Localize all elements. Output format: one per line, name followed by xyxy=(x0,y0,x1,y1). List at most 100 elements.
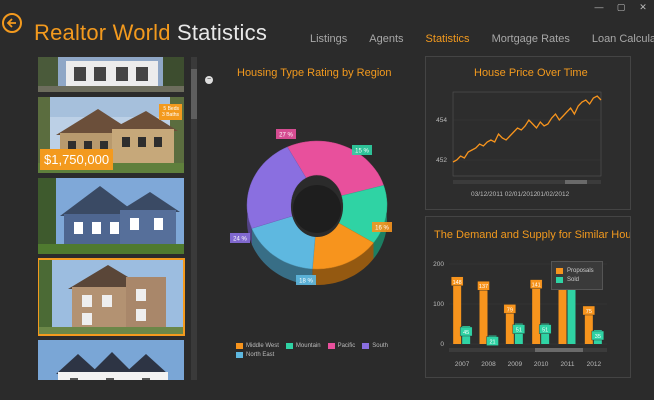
bar-legend: Proposals Sold xyxy=(551,261,603,290)
listing-thumbnail-selected[interactable] xyxy=(38,258,185,336)
nav-agents[interactable]: Agents xyxy=(369,33,403,45)
legend-swatch xyxy=(236,343,243,349)
bar-x-tick-label: 2007 xyxy=(455,361,470,368)
legend-label: Sold xyxy=(567,277,580,283)
bar-data-label: 75 xyxy=(586,309,592,315)
pie-legend-item: Mountain xyxy=(285,343,321,349)
bar-x-tick-label: 2009 xyxy=(508,361,523,368)
pie-label-text: 15 % xyxy=(355,149,369,155)
legend-label: Pacific xyxy=(337,343,356,349)
line-scroll-thumb xyxy=(565,180,587,184)
bar-x-tick-label: 2010 xyxy=(534,361,549,368)
pie-data-label: 15 % xyxy=(352,145,372,155)
listing-thumbnail-featured[interactable]: 5 Beds 3 Baths $1,750,000 xyxy=(38,97,184,173)
legend-label: Mountain xyxy=(295,343,321,349)
pie-data-label: 27 % xyxy=(276,129,296,139)
nav-listings[interactable]: Listings xyxy=(310,33,347,45)
window-controls: — ▢ ✕ xyxy=(592,2,650,13)
bar-proposals xyxy=(505,312,514,344)
bar-y-tick-label: 200 xyxy=(433,261,444,268)
bar-scroll-track xyxy=(449,348,607,352)
house-photo xyxy=(38,57,184,92)
line-x-tick-label: 03/12/2011 xyxy=(471,191,503,198)
line-series xyxy=(452,95,602,163)
legend-label: Proposals xyxy=(567,268,594,274)
pie-legend: Middle West Mountain Pacific South North Eas… xyxy=(236,343,406,361)
bar-data-label: 148 xyxy=(453,280,462,286)
beds-baths-badge: 5 Beds 3 Baths xyxy=(159,104,182,120)
line-y-tick-label: 452 xyxy=(436,157,447,164)
bar-chart-title: The Demand and Supply for Similar Hou xyxy=(434,229,631,241)
line-chart: 452 454 03/12/2011 02/01/2012 01/02/2012 xyxy=(436,91,602,198)
bar-x-tick-label: 2012 xyxy=(587,361,602,368)
pie-data-label: 18 % xyxy=(296,275,316,285)
pie-label-text: 16 % xyxy=(375,226,389,232)
price-tag: $1,750,000 xyxy=(40,149,114,170)
minimize-button[interactable]: — xyxy=(592,2,606,13)
legend-label: Middle West xyxy=(246,343,279,349)
house-photo xyxy=(38,340,184,380)
legend-swatch xyxy=(236,352,243,358)
line-chart-title: House Price Over Time xyxy=(474,67,588,79)
legend-swatch xyxy=(285,343,293,349)
scrollbar-thumb[interactable] xyxy=(191,69,197,119)
bar-x-tick-label: 2011 xyxy=(561,361,575,368)
bar-data-label: 137 xyxy=(479,284,488,290)
listing-thumbnail[interactable] xyxy=(38,57,184,92)
bar-data-label: 51 xyxy=(516,328,522,334)
bar-data-label: 21 xyxy=(489,340,495,346)
bar-data-label: 141 xyxy=(532,283,541,289)
baths-label: 3 Baths xyxy=(162,112,179,118)
nav-statistics[interactable]: Statistics xyxy=(426,33,470,45)
nav-mortgage-rates[interactable]: Mortgage Rates xyxy=(492,33,570,45)
app-title: Realtor World Statistics xyxy=(34,20,267,46)
restore-button[interactable]: ▢ xyxy=(614,2,628,13)
legend-item-proposals: Proposals xyxy=(556,268,598,274)
pie-label-text: 24 % xyxy=(233,237,247,243)
pie-legend-item: North East xyxy=(236,352,274,358)
bar-data-label: 79 xyxy=(507,307,513,313)
line-x-tick-label: 01/02/2012 xyxy=(537,191,570,198)
legend-item-sold: Sold xyxy=(556,277,598,283)
back-button[interactable] xyxy=(2,13,22,33)
listing-list[interactable]: 5 Beds 3 Baths $1,750,000 xyxy=(38,57,188,380)
bar-data-label: 45 xyxy=(463,330,469,336)
legend-label: North East xyxy=(246,352,275,358)
pie-chart-title: Housing Type Rating by Region xyxy=(237,67,392,79)
legend-swatch xyxy=(362,343,370,349)
listing-thumbnail[interactable] xyxy=(38,178,184,254)
bar-scroll-thumb xyxy=(535,348,583,352)
pie-data-label: 16 % xyxy=(372,222,392,232)
pie-hole-shadow xyxy=(293,185,341,233)
app-title-section: Statistics xyxy=(177,20,268,45)
close-button[interactable]: ✕ xyxy=(636,2,650,13)
bar-y-tick-label: 0 xyxy=(440,341,444,348)
collapse-panel-button[interactable]: − xyxy=(205,76,213,84)
bar-proposals xyxy=(453,284,462,344)
bar-proposals xyxy=(532,287,541,344)
arrow-left-icon xyxy=(6,18,16,28)
line-x-tick-label: 02/01/2012 xyxy=(505,191,538,198)
bar-proposals xyxy=(584,314,593,344)
pie-chart: 27 % 15 % 16 % 18 % 24 % xyxy=(230,129,392,285)
bar-data-label: 35 xyxy=(595,334,601,340)
main-nav: Listings Agents Statistics Mortgage Rate… xyxy=(310,33,654,45)
bar-data-label: 51 xyxy=(542,328,548,334)
pie-legend-item: Pacific xyxy=(327,343,356,349)
house-photo xyxy=(38,178,184,254)
listing-thumbnail[interactable] xyxy=(38,340,184,380)
app-title-brand: Realtor World xyxy=(34,20,171,45)
bar-proposals xyxy=(479,289,488,344)
listing-scrollbar[interactable] xyxy=(191,57,197,380)
bar-y-tick-label: 100 xyxy=(433,301,444,308)
line-y-tick-label: 454 xyxy=(436,117,447,124)
pie-legend-item: South xyxy=(362,343,388,349)
bar-x-tick-label: 2008 xyxy=(481,361,496,368)
legend-label: South xyxy=(372,343,388,349)
pie-label-text: 27 % xyxy=(279,133,293,139)
pie-label-text: 18 % xyxy=(299,279,313,285)
pie-data-label: 24 % xyxy=(230,233,250,243)
legend-swatch xyxy=(327,343,335,349)
pie-legend-item: Middle West xyxy=(236,343,279,349)
nav-loan-calculator[interactable]: Loan Calculator xyxy=(592,33,654,45)
